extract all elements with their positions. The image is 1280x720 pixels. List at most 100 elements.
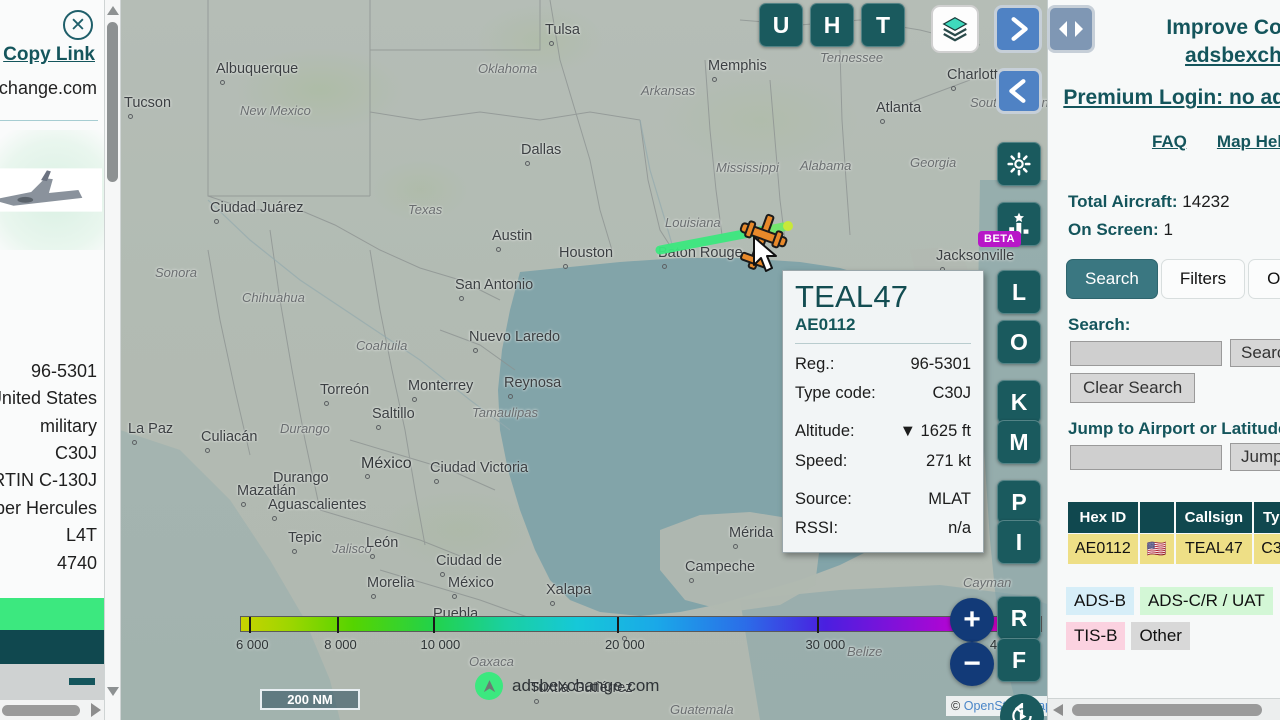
- search-input[interactable]: [1070, 340, 1222, 366]
- chevron-left-icon: [1009, 79, 1026, 103]
- zoom-out-button[interactable]: −: [950, 642, 994, 686]
- map-button-k[interactable]: K: [997, 380, 1041, 424]
- zoom-in-button[interactable]: +: [950, 598, 994, 642]
- aircraft-detail-fields: 96-5301 United States military C30J LOCKHEED…: [0, 358, 104, 577]
- popup-row-key: Altitude:: [795, 422, 855, 441]
- premium-login-link[interactable]: Premium Login: no ads, Weather Layer: [1048, 84, 1280, 112]
- table-header-cell[interactable]: [1139, 502, 1174, 534]
- close-sidebar-button[interactable]: ✕: [63, 10, 93, 40]
- popup-row-value: 96-5301: [910, 354, 971, 373]
- details-button[interactable]: DETAILS: [0, 598, 104, 630]
- popup-divider: [795, 342, 971, 344]
- table-header-cell[interactable]: Hex ID: [1068, 502, 1138, 534]
- aircraft-detail-field: 4740: [56, 552, 97, 573]
- control-hscroll-thumb[interactable]: [1072, 704, 1262, 716]
- sidebar-vscroll-up-arrow[interactable]: [107, 6, 119, 15]
- tab-options[interactable]: Options: [1248, 259, 1280, 300]
- map-city-dot: [434, 479, 439, 484]
- legend-chip-ads-c-r-uat: ADS-C/R / UAT: [1139, 587, 1273, 616]
- map-button-i[interactable]: I: [997, 520, 1041, 564]
- on-screen-row: On Screen: 1: [1068, 216, 1280, 244]
- cell-type: C30J: [1254, 534, 1280, 565]
- control-sidebar-horizontal-scrollbar[interactable]: [1048, 698, 1280, 720]
- aircraft-detail-field: LOCKHEED MARTIN C-130J: [0, 470, 97, 491]
- cell-hex-id: AE0112: [1068, 534, 1138, 565]
- map-city-dot: [951, 86, 956, 91]
- map-settings-button[interactable]: [997, 142, 1041, 186]
- on-screen-value: 1: [1163, 219, 1173, 239]
- control-sidebar[interactable]: Improve Coverage adsbexchange Premium Lo…: [1047, 0, 1280, 720]
- map-city-dot: [525, 161, 530, 166]
- popup-row: Type code: C30J: [795, 379, 971, 408]
- control-sidebar-content: Improve Coverage adsbexchange Premium Lo…: [1048, 0, 1280, 657]
- popup-row: Speed: 271 kt: [795, 447, 971, 476]
- search-input-row: Search: [1048, 339, 1280, 368]
- aircraft-detail-field: Super Hercules: [0, 497, 97, 518]
- sidebar-hscroll-thumb[interactable]: [2, 704, 80, 716]
- aircraft-detail-field: United States: [0, 388, 97, 409]
- right-panel-toggle-button[interactable]: [1047, 5, 1095, 53]
- popup-detail-rows: Reg.: 96-5301 Type code: C30J Altitude: ▼ 162…: [795, 350, 971, 544]
- clear-search-button[interactable]: Clear Search: [1070, 373, 1196, 404]
- map-city-dot: [496, 247, 501, 252]
- map-city-dot: [440, 572, 445, 577]
- map-city-dot: [880, 119, 885, 124]
- search-button[interactable]: Search: [1230, 339, 1280, 368]
- help-link-faq[interactable]: FAQ: [1152, 132, 1187, 152]
- map-button-t[interactable]: T: [861, 3, 905, 47]
- aircraft-detail-sidebar[interactable]: ✕ Copy Link adsbexchange.com 96-5301 Unit…: [0, 0, 105, 720]
- sidebar-footer: [0, 664, 104, 700]
- table-header-cell[interactable]: Callsign: [1175, 502, 1253, 534]
- popup-row-value: n/a: [948, 519, 971, 538]
- map-button-u[interactable]: U: [759, 3, 803, 47]
- replay-icon: [1012, 703, 1032, 720]
- map-scale-bar: 200 NM: [260, 689, 360, 710]
- map-button-f[interactable]: F: [997, 638, 1041, 682]
- copy-link-button[interactable]: Copy Link: [0, 44, 104, 66]
- aircraft-table: Hex ID CallsignType AE0112🇺🇸TEAL47C30J: [1048, 501, 1280, 565]
- panel-expand-right-button[interactable]: [994, 5, 1042, 53]
- map-city-dot: [292, 549, 297, 554]
- map-button-l[interactable]: L: [997, 270, 1041, 314]
- sidebar-hscroll-right-arrow[interactable]: [91, 703, 101, 717]
- improve-coverage-line2[interactable]: adsbexchange: [1185, 44, 1280, 67]
- help-link-map-help[interactable]: Map Help: [1217, 132, 1280, 152]
- map-button-o[interactable]: O: [997, 320, 1041, 364]
- control-hscroll-left-arrow[interactable]: [1053, 704, 1063, 716]
- sidebar-vscroll-thumb[interactable]: [107, 22, 118, 182]
- map-city-dot: [214, 219, 219, 224]
- map-city-dot: [324, 401, 329, 406]
- jump-field-label: Jump to Airport or Latitude/Longitude:: [1068, 419, 1280, 439]
- tab-search[interactable]: Search: [1066, 259, 1158, 300]
- jump-input[interactable]: [1070, 444, 1222, 470]
- aircraft-icon: [739, 213, 788, 270]
- panel-collapse-left-button[interactable]: [996, 68, 1042, 114]
- popup-row-key: Speed:: [795, 451, 848, 470]
- map-button-r[interactable]: R: [997, 596, 1041, 640]
- map-button-m[interactable]: M: [997, 420, 1041, 464]
- map-button-p[interactable]: P: [997, 480, 1041, 524]
- cell-callsign: TEAL47: [1175, 534, 1253, 565]
- jump-button[interactable]: Jump: [1230, 443, 1280, 472]
- popup-row: Altitude: ▼ 1625 ft: [795, 417, 971, 446]
- activity-button[interactable]: ACTIVITY: [0, 630, 104, 664]
- sidebar-vertical-scrollbar[interactable]: [105, 0, 121, 720]
- tab-filters[interactable]: Filters: [1160, 259, 1246, 300]
- beta-badge: BETA: [978, 231, 1022, 247]
- map-button-h[interactable]: H: [810, 3, 854, 47]
- map-city-dot: [371, 594, 376, 599]
- sidebar-vscroll-down-arrow[interactable]: [107, 687, 119, 696]
- aircraft-photo: [0, 130, 104, 250]
- aircraft-info-popup[interactable]: TEAL47 AE0112 Reg.: 96-5301 Type code: C30J…: [782, 270, 984, 553]
- table-row[interactable]: AE0112🇺🇸TEAL47C30J: [1068, 534, 1280, 565]
- popup-row-key: Type code:: [795, 383, 876, 402]
- table-header-cell[interactable]: Type: [1254, 502, 1280, 534]
- sidebar-horizontal-scrollbar[interactable]: [0, 700, 104, 720]
- popup-row: RSSI: n/a: [795, 514, 971, 543]
- attr-copyright: ©: [951, 699, 961, 713]
- sidebar-tabs: SearchFiltersOptions: [1048, 259, 1280, 300]
- map-city-dot: [452, 594, 457, 599]
- map-layers-button[interactable]: [931, 5, 979, 53]
- total-aircraft-label: Total Aircraft:: [1068, 192, 1178, 212]
- legend-chip-tis-b: TIS-B: [1066, 622, 1126, 651]
